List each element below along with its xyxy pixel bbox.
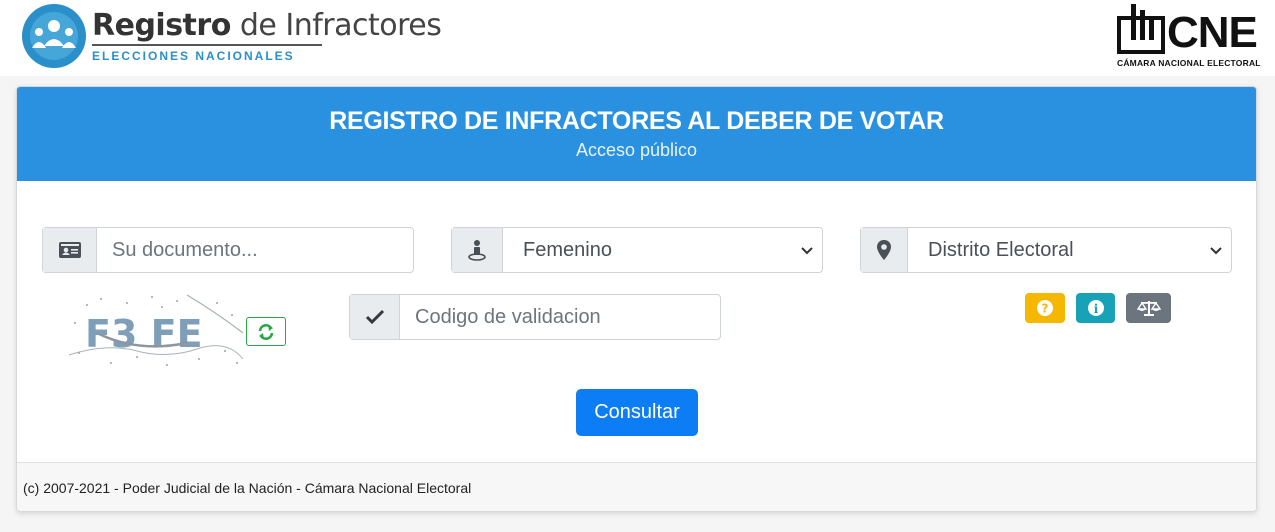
card-header: REGISTRO DE INFRACTORES AL DEBER DE VOTA… (17, 87, 1256, 181)
svg-text:i: i (1093, 302, 1098, 316)
refresh-icon (258, 323, 274, 340)
validation-code-input[interactable]: Codigo de validacion (400, 295, 720, 339)
info-icon: i (1087, 300, 1104, 316)
district-select-value: Distrito Electoral (928, 238, 1074, 261)
consultar-button[interactable]: Consultar (576, 389, 698, 436)
document-input-group: Su documento... (42, 227, 414, 273)
top-bar: Registro de Infractores ELECCIONES NACIO… (0, 0, 1275, 76)
cne-logo-text: CNE (1167, 8, 1258, 57)
sex-select[interactable]: Femenino (503, 228, 822, 272)
registro-logo-icon (22, 4, 86, 68)
cne-logo-mark (1117, 4, 1165, 54)
footer-text: (c) 2007-2021 - Poder Judicial de la Nac… (23, 480, 472, 496)
district-select[interactable]: Distrito Electoral (908, 228, 1231, 272)
logo-title: Registro de Infractores (92, 8, 442, 43)
question-icon: ? (1037, 300, 1053, 316)
chevron-down-icon (1210, 247, 1222, 255)
help-button[interactable]: ? (1025, 293, 1065, 323)
check-icon (350, 295, 400, 339)
info-button[interactable]: i (1076, 293, 1115, 323)
district-select-group: Distrito Electoral (860, 227, 1232, 273)
document-input[interactable]: Su documento... (97, 228, 413, 272)
refresh-captcha-button[interactable] (246, 317, 286, 346)
validation-input-group: Codigo de validacion (349, 294, 721, 340)
map-marker-icon (861, 228, 908, 272)
id-card-icon (43, 228, 97, 272)
chevron-down-icon (801, 247, 813, 255)
svg-text:?: ? (1042, 302, 1049, 316)
page-subtitle: Acceso público (575, 140, 698, 160)
cne-logo-subtitle: CÁMARA NACIONAL ELECTORAL (1117, 58, 1261, 68)
captcha-image: F3 FE (67, 293, 244, 371)
legal-button[interactable] (1126, 293, 1171, 323)
sex-select-group: Femenino (451, 227, 823, 273)
logo-divider (92, 44, 322, 46)
balance-scale-icon (1136, 301, 1161, 316)
footer: (c) 2007-2021 - Poder Judicial de la Nac… (17, 462, 1256, 511)
person-icon (452, 228, 503, 272)
registro-logo[interactable]: Registro de Infractores ELECCIONES NACIO… (22, 4, 442, 68)
page-title: REGISTRO DE INFRACTORES AL DEBER DE VOTA… (329, 107, 944, 135)
sex-select-value: Femenino (523, 238, 612, 261)
captcha-text: F3 FE (85, 312, 203, 356)
main-card: REGISTRO DE INFRACTORES AL DEBER DE VOTA… (16, 86, 1257, 512)
cne-logo[interactable]: CNE CÁMARA NACIONAL ELECTORAL (1115, 2, 1260, 70)
logo-subtitle: ELECCIONES NACIONALES (92, 49, 295, 63)
